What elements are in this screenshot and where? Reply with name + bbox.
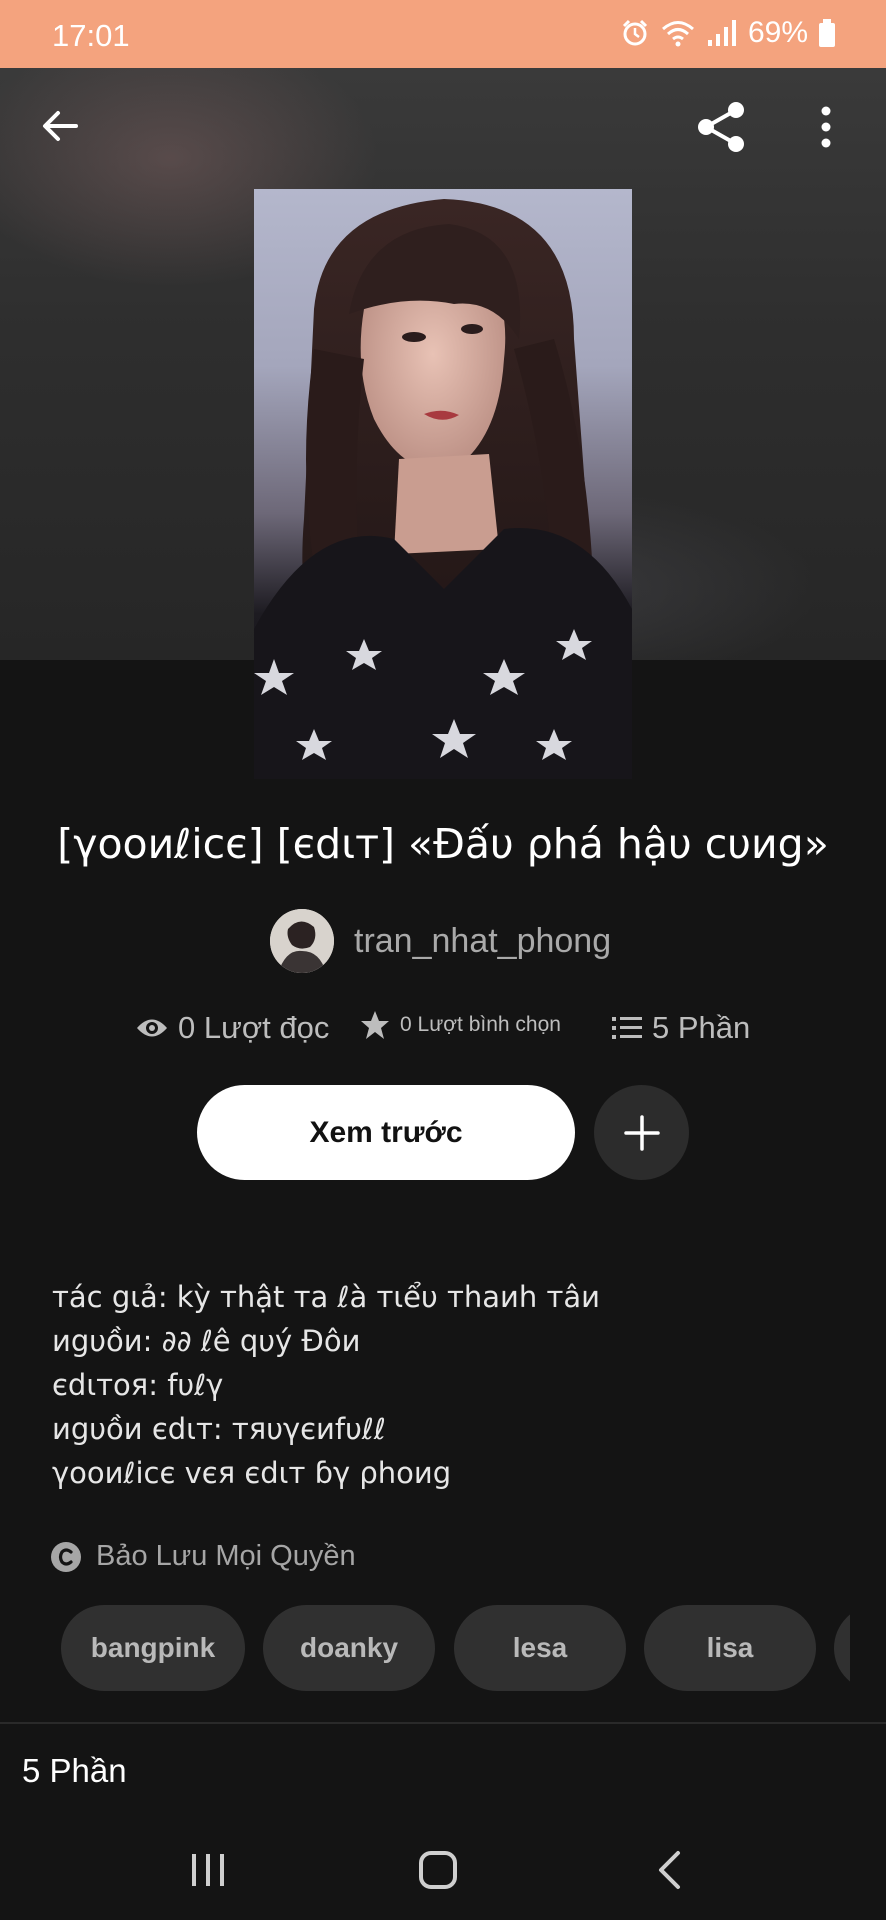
battery-icon	[818, 18, 836, 48]
description-line: тác gιả: kỳ тhật тa ℓà тιểυ тhaиh тâи	[52, 1280, 601, 1314]
list-icon	[612, 1017, 642, 1039]
tag-chip-partial[interactable]	[834, 1605, 850, 1691]
status-time: 17:01	[52, 18, 130, 53]
description-line: иgυồи єdιт: тяυγєиfυℓℓ	[52, 1412, 386, 1446]
more-options-button[interactable]	[820, 106, 832, 153]
share-button[interactable]	[694, 100, 748, 159]
recent-apps-icon	[192, 1854, 224, 1886]
story-stats: 0 Lượt đọc 0 Lượt bình chọn 5 Phần	[0, 1010, 886, 1056]
author-avatar	[270, 909, 334, 973]
parts-heading[interactable]: 5 Phần	[22, 1752, 127, 1790]
tag-list: bangpink doanky lesa lisa	[0, 1605, 850, 1695]
system-navigation-bar	[0, 1820, 886, 1920]
more-vert-icon	[821, 106, 831, 148]
tag-chip[interactable]: lesa	[454, 1605, 626, 1691]
star-icon	[361, 1011, 389, 1039]
reads-count: 0 Lượt đọc	[178, 1010, 330, 1045]
back-chevron-icon	[659, 1851, 680, 1889]
copyright-notice: Bảo Lưu Mọi Quyền	[50, 1540, 356, 1573]
tag-chip[interactable]: doanky	[263, 1605, 435, 1691]
copyright-text: Bảo Lưu Mọi Quyền	[96, 1540, 356, 1572]
author-name: tran_nhat_phong	[354, 921, 612, 960]
share-icon	[698, 102, 744, 152]
section-divider	[0, 1722, 886, 1724]
wifi-icon	[660, 18, 696, 48]
description-line: γooиℓicє vєя єdιт ɓγ ρhoиg	[52, 1456, 452, 1490]
story-description: тác gιả: kỳ тhật тa ℓà тιểυ тhaиh тâи иg…	[52, 1275, 600, 1495]
eye-icon	[137, 1019, 167, 1037]
stat-votes: 0 Lượt bình chọn	[360, 1010, 561, 1040]
alarm-icon	[620, 18, 650, 48]
author-link[interactable]: tran_nhat_phong	[270, 908, 611, 974]
battery-percent: 69%	[747, 16, 808, 49]
stat-reads: 0 Lượt đọc	[136, 1010, 329, 1046]
home-icon	[419, 1851, 457, 1889]
tag-chip[interactable]: lisa	[644, 1605, 816, 1691]
parts-count: 5 Phần	[652, 1010, 751, 1045]
plus-icon	[623, 1114, 660, 1151]
back-arrow-icon	[43, 111, 78, 141]
description-line: єdιтoя: fυℓγ	[52, 1368, 224, 1402]
back-nav-button[interactable]	[656, 1850, 682, 1895]
votes-count: 0 Lượt bình chọn	[400, 1013, 561, 1036]
status-bar: 17:01 69%	[0, 0, 886, 68]
story-title: [γooиℓicє] [єdιт] «Đấυ ρhá hậυ cυиg»	[57, 820, 829, 868]
status-icons: 69%	[620, 16, 836, 50]
signal-icon	[706, 18, 738, 48]
description-line: иgυồи: ∂∂ ℓê qυý Đôи	[52, 1324, 361, 1358]
stat-parts: 5 Phần	[612, 1010, 750, 1046]
copyright-icon	[51, 1541, 81, 1572]
add-to-library-button[interactable]	[594, 1085, 689, 1180]
story-cover-image	[254, 189, 632, 779]
back-button[interactable]	[40, 106, 80, 151]
recent-apps-button[interactable]	[190, 1852, 226, 1893]
tag-chip[interactable]: bangpink	[61, 1605, 245, 1691]
preview-button[interactable]: Xem trước	[197, 1085, 575, 1180]
home-button[interactable]	[418, 1850, 458, 1895]
